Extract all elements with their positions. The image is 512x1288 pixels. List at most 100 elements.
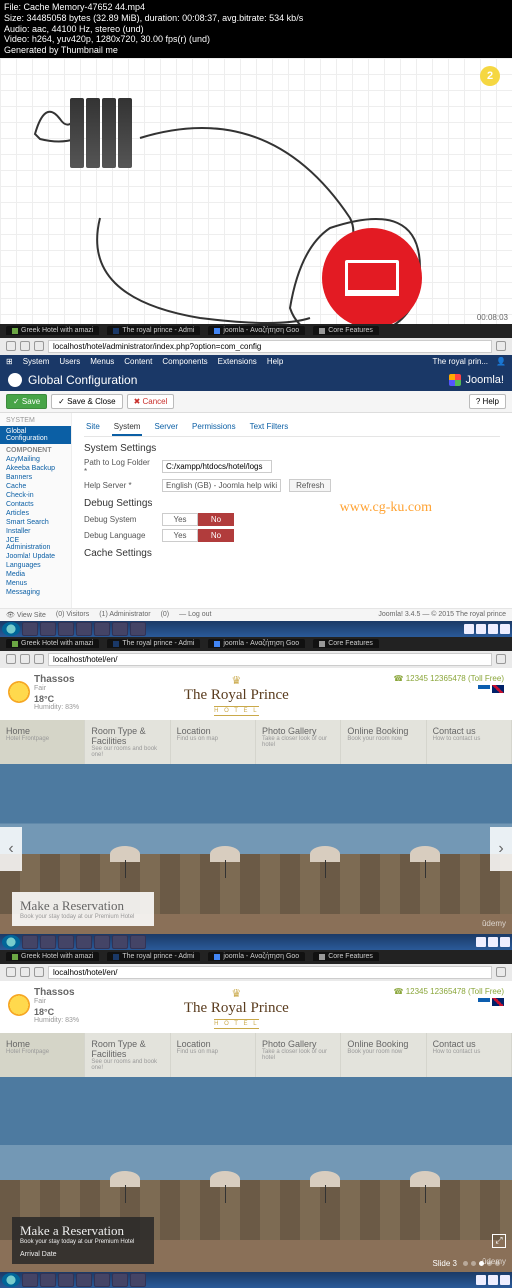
sidebar-item[interactable]: Banners [0, 473, 71, 482]
nav-location[interactable]: LocationFind us on map [171, 1033, 256, 1077]
slider-prev[interactable]: ‹ [0, 827, 22, 871]
bookmark-icon[interactable] [496, 967, 506, 977]
nav-home[interactable]: HomeHotel Frontpage [0, 720, 85, 764]
slide-dot[interactable] [471, 1261, 476, 1266]
nav-location[interactable]: LocationFind us on map [171, 720, 256, 764]
forward-icon[interactable] [20, 341, 30, 351]
nav-booking[interactable]: Online BookingBook your room now [341, 1033, 426, 1077]
url-input[interactable] [48, 966, 492, 979]
start-button[interactable] [2, 622, 20, 636]
forward-icon[interactable] [20, 654, 30, 664]
fullscreen-icon[interactable]: ⤢ [492, 1234, 506, 1248]
view-site-link[interactable]: 👁 View Site [6, 611, 46, 619]
tab-permissions[interactable]: Permissions [190, 419, 238, 436]
start-button[interactable] [2, 935, 20, 949]
menu-menus[interactable]: Menus [90, 357, 114, 366]
tab-system[interactable]: System [112, 419, 143, 436]
nav-rooms[interactable]: Room Type & FacilitiesSee our rooms and … [85, 720, 170, 764]
taskbar-item[interactable] [22, 622, 38, 636]
site-name[interactable]: The royal prin... [432, 357, 488, 366]
taskbar-item[interactable] [58, 1273, 74, 1287]
taskbar-item[interactable] [40, 622, 56, 636]
browser-tab[interactable]: The royal prince - Admi [107, 952, 200, 961]
sidebar-item[interactable]: AcyMailing [0, 455, 71, 464]
back-icon[interactable] [6, 341, 16, 351]
flag-english[interactable] [492, 998, 504, 1006]
taskbar-item[interactable] [112, 622, 128, 636]
browser-tab[interactable]: joomla - Αναζήτηση Goo [208, 326, 305, 335]
back-icon[interactable] [6, 654, 16, 664]
flag-greek[interactable] [478, 685, 490, 693]
taskbar-item[interactable] [22, 935, 38, 949]
tray-icon[interactable] [488, 937, 498, 947]
save-button[interactable]: ✓ Save [6, 394, 47, 409]
taskbar-item[interactable] [130, 935, 146, 949]
taskbar-item[interactable] [40, 935, 56, 949]
browser-tab[interactable]: Core Features [313, 326, 379, 335]
menu-extensions[interactable]: Extensions [218, 357, 257, 366]
tab-server[interactable]: Server [152, 419, 180, 436]
sidebar-item[interactable]: Media [0, 570, 71, 579]
sidebar-item[interactable]: Contacts [0, 500, 71, 509]
browser-tab[interactable]: The royal prince - Admi [107, 639, 200, 648]
reload-icon[interactable] [34, 654, 44, 664]
slide-dot[interactable] [463, 1261, 468, 1266]
nav-contact[interactable]: Contact usHow to contact us [427, 1033, 512, 1077]
sidebar-item[interactable]: Smart Search [0, 518, 71, 527]
help-button[interactable]: ? Help [469, 394, 506, 409]
logout-link[interactable]: — Log out [179, 611, 211, 618]
slider-next[interactable]: › [490, 827, 512, 871]
url-input[interactable] [48, 653, 492, 666]
save-close-button[interactable]: ✓ Save & Close [51, 394, 122, 409]
nav-gallery[interactable]: Photo GalleryTake a closer look of our h… [256, 720, 341, 764]
sidebar-item[interactable]: Languages [0, 561, 71, 570]
sidebar-item[interactable]: Menus [0, 579, 71, 588]
taskbar-item[interactable] [112, 935, 128, 949]
taskbar-item[interactable] [40, 1273, 56, 1287]
taskbar-item[interactable] [76, 622, 92, 636]
sidebar-item[interactable]: JCE Administration [0, 536, 71, 552]
refresh-button[interactable]: Refresh [289, 479, 331, 492]
reload-icon[interactable] [34, 967, 44, 977]
menu-components[interactable]: Components [162, 357, 207, 366]
tray-icon[interactable] [500, 1275, 510, 1285]
url-input[interactable] [48, 340, 492, 353]
tray-icon[interactable] [464, 624, 474, 634]
nav-gallery[interactable]: Photo GalleryTake a closer look of our h… [256, 1033, 341, 1077]
toggle-debug-system[interactable]: Yes No [162, 513, 234, 526]
taskbar-item[interactable] [76, 1273, 92, 1287]
sidebar-item[interactable]: Messaging [0, 588, 71, 597]
flag-english[interactable] [492, 685, 504, 693]
browser-tab[interactable]: Core Features [313, 952, 379, 961]
browser-tab[interactable]: Core Features [313, 639, 379, 648]
nav-home[interactable]: HomeHotel Frontpage [0, 1033, 85, 1077]
sidebar-item[interactable]: Articles [0, 509, 71, 518]
sidebar-item[interactable]: Akeeba Backup [0, 464, 71, 473]
menu-users[interactable]: Users [59, 357, 80, 366]
browser-tab[interactable]: Greek Hotel with amazi [6, 326, 99, 335]
sidebar-item[interactable]: Installer [0, 527, 71, 536]
tab-text-filters[interactable]: Text Filters [248, 419, 291, 436]
menu-system[interactable]: System [23, 357, 50, 366]
taskbar-item[interactable] [130, 1273, 146, 1287]
browser-tab[interactable]: joomla - Αναζήτηση Goo [208, 952, 305, 961]
taskbar-item[interactable] [22, 1273, 38, 1287]
tray-icon[interactable] [500, 937, 510, 947]
taskbar-item[interactable] [94, 935, 110, 949]
user-icon[interactable]: 👤 [496, 357, 506, 366]
tray-icon[interactable] [476, 624, 486, 634]
taskbar-item[interactable] [76, 935, 92, 949]
input-log-path[interactable] [162, 460, 272, 473]
tab-site[interactable]: Site [84, 419, 102, 436]
taskbar-item[interactable] [112, 1273, 128, 1287]
flag-greek[interactable] [478, 998, 490, 1006]
bookmark-icon[interactable] [496, 654, 506, 664]
menu-help[interactable]: Help [267, 357, 283, 366]
reload-icon[interactable] [34, 341, 44, 351]
forward-icon[interactable] [20, 967, 30, 977]
taskbar-item[interactable] [58, 935, 74, 949]
browser-tab[interactable]: The royal prince - Admi [107, 326, 200, 335]
select-help-server[interactable]: English (GB) - Joomla help wiki [162, 479, 281, 492]
tray-icon[interactable] [500, 624, 510, 634]
sidebar-item[interactable]: Check-in [0, 491, 71, 500]
